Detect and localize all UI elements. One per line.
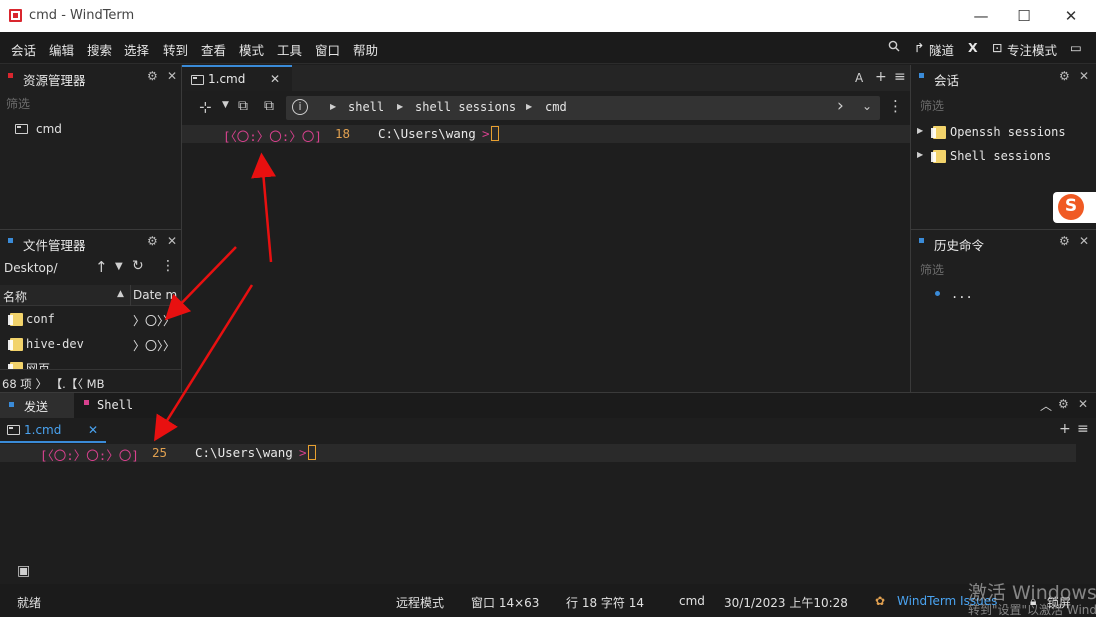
annotation-arrows	[154, 152, 276, 442]
red-arrow	[154, 284, 254, 442]
red-arrow	[164, 246, 237, 321]
red-arrow	[251, 152, 276, 263]
